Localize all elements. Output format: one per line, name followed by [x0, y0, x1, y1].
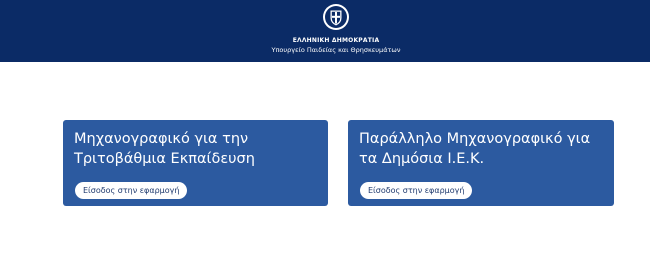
enter-app-button[interactable]: Είσοδος στην εφαρμογή	[75, 182, 188, 199]
card-public-iek: Παράλληλο Μηχανογραφικό για τα Δημόσια Ι…	[348, 120, 614, 206]
site-header: ΕΛΛΗΝΙΚΗ ΔΗΜΟΚΡΑΤΙΑ Υπουργείο Παιδείας κ…	[0, 0, 650, 62]
greek-coat-of-arms-icon	[323, 4, 349, 30]
card-higher-education: Μηχανογραφικό για την Τριτοβάθμια Εκπαίδ…	[63, 120, 328, 206]
card-title: Μηχανογραφικό για την Τριτοβάθμια Εκπαίδ…	[74, 131, 255, 167]
enter-app-button[interactable]: Είσοδος στην εφαρμογή	[360, 182, 473, 199]
ministry-name: Υπουργείο Παιδείας και Θρησκευμάτων	[271, 46, 401, 54]
government-title: ΕΛΛΗΝΙΚΗ ΔΗΜΟΚΡΑΤΙΑ	[292, 37, 380, 44]
card-title: Παράλληλο Μηχανογραφικό για τα Δημόσια Ι…	[359, 131, 591, 167]
